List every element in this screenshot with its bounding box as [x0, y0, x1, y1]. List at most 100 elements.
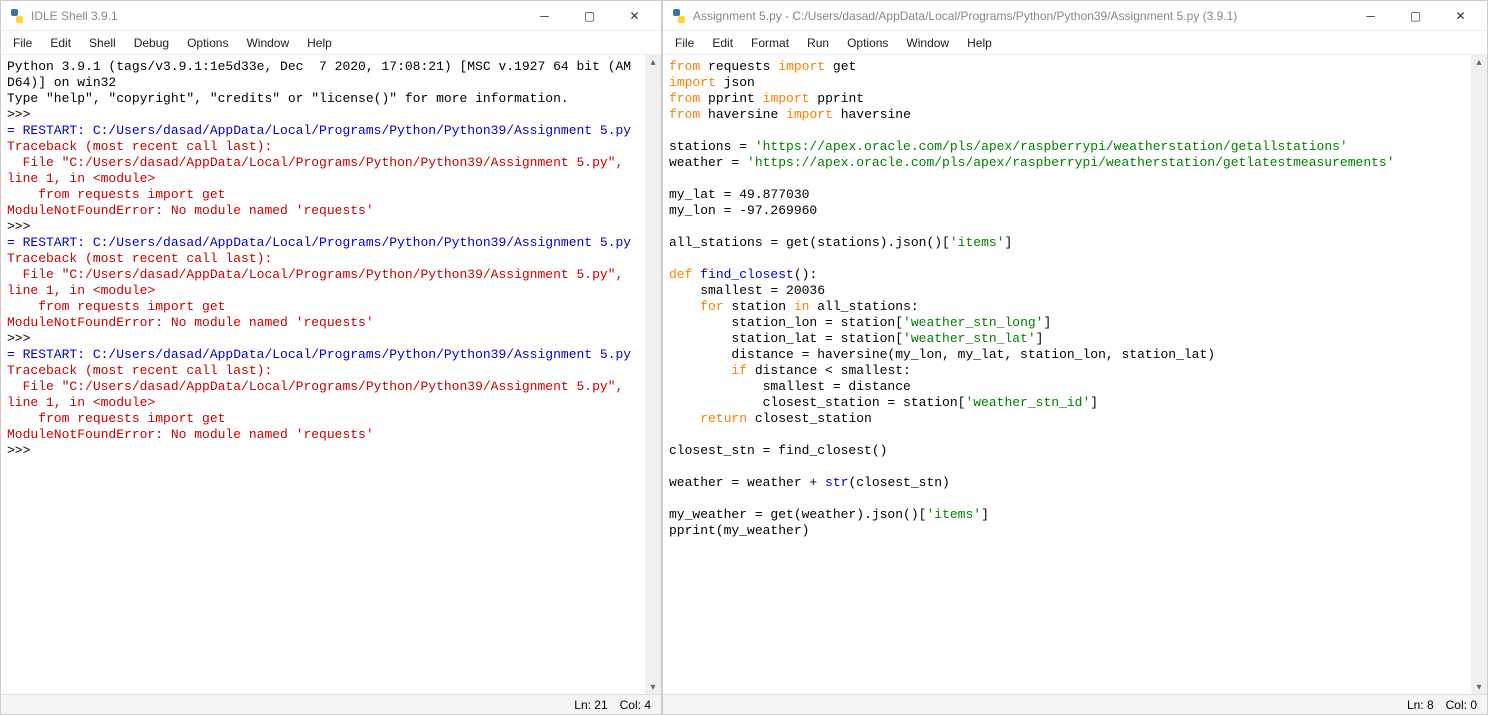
close-button[interactable]: ✕ — [1438, 2, 1483, 30]
code-token: from — [669, 107, 700, 122]
scroll-up-icon[interactable]: ▴ — [645, 55, 661, 69]
code-token: 'items' — [950, 235, 1005, 250]
code-token: my_lat = 49.877030 — [669, 187, 809, 202]
shell-traceback-line: Traceback (most recent call last): — [7, 363, 272, 378]
code-token: get — [833, 59, 856, 74]
menu-file[interactable]: File — [667, 33, 702, 53]
scroll-down-icon[interactable]: ▾ — [645, 680, 661, 694]
code-token: closest_stn = find_closest() — [669, 443, 887, 458]
code-token — [669, 363, 731, 378]
menu-edit[interactable]: Edit — [42, 33, 79, 53]
shell-statusbar: Ln: 21 Col: 4 — [1, 694, 661, 714]
shell-traceback-line: line 1, in <module> — [7, 283, 155, 298]
menu-window[interactable]: Window — [238, 33, 297, 53]
editor-window-controls: ─ ▢ ✕ — [1348, 2, 1483, 30]
menu-format[interactable]: Format — [743, 33, 797, 53]
code-token: smallest = 20036 — [669, 283, 825, 298]
code-token: json — [724, 75, 755, 90]
code-token: ] — [1036, 331, 1044, 346]
shell-traceback-line: from requests import get — [7, 299, 225, 314]
menu-options[interactable]: Options — [839, 33, 896, 53]
code-token: weather = weather + — [669, 475, 825, 490]
code-token: (): — [794, 267, 817, 282]
editor-titlebar[interactable]: Assignment 5.py - C:/Users/dasad/AppData… — [663, 1, 1487, 31]
shell-output[interactable]: Python 3.9.1 (tags/v3.9.1:1e5d33e, Dec 7… — [1, 55, 661, 694]
python-icon — [671, 8, 687, 24]
shell-status-ln: Ln: 21 — [574, 698, 607, 712]
shell-traceback-line: from requests import get — [7, 411, 225, 426]
editor-menubar: File Edit Format Run Options Window Help — [663, 31, 1487, 55]
code-token: pprint — [817, 91, 864, 106]
shell-line: Python 3.9.1 (tags/v3.9.1:1e5d33e, Dec 7… — [7, 59, 631, 74]
shell-traceback-line: line 1, in <module> — [7, 171, 155, 186]
editor-title: Assignment 5.py - C:/Users/dasad/AppData… — [693, 9, 1348, 23]
menu-debug[interactable]: Debug — [126, 33, 177, 53]
menu-options[interactable]: Options — [179, 33, 236, 53]
shell-traceback-line: ModuleNotFoundError: No module named 're… — [7, 203, 374, 218]
shell-restart-line: = RESTART: C:/Users/dasad/AppData/Local/… — [7, 235, 631, 250]
shell-prompt: >>> — [7, 331, 38, 346]
shell-traceback-line: line 1, in <module> — [7, 395, 155, 410]
shell-window-controls: ─ ▢ ✕ — [522, 2, 657, 30]
code-token: haversine — [708, 107, 778, 122]
code-token: import — [786, 107, 833, 122]
editor-scrollbar[interactable]: ▴ ▾ — [1471, 55, 1487, 694]
code-token: find_closest — [700, 267, 794, 282]
code-token: 'weather_stn_long' — [903, 315, 1043, 330]
scroll-up-icon[interactable]: ▴ — [1471, 55, 1487, 69]
minimize-button[interactable]: ─ — [1348, 2, 1393, 30]
menu-file[interactable]: File — [5, 33, 40, 53]
code-token: requests — [708, 59, 770, 74]
editor-statusbar: Ln: 8 Col: 0 — [663, 694, 1487, 714]
shell-traceback-line: File "C:/Users/dasad/AppData/Local/Progr… — [7, 379, 623, 394]
code-token: pprint — [708, 91, 755, 106]
shell-traceback-line: Traceback (most recent call last): — [7, 139, 272, 154]
close-button[interactable]: ✕ — [612, 2, 657, 30]
shell-menubar: File Edit Shell Debug Options Window Hel… — [1, 31, 661, 55]
code-token: station_lat = station[ — [669, 331, 903, 346]
shell-traceback-line: File "C:/Users/dasad/AppData/Local/Progr… — [7, 267, 623, 282]
shell-titlebar[interactable]: IDLE Shell 3.9.1 ─ ▢ ✕ — [1, 1, 661, 31]
code-token: my_lon = -97.269960 — [669, 203, 817, 218]
code-token: distance < smallest: — [747, 363, 911, 378]
editor-status-ln: Ln: 8 — [1407, 698, 1434, 712]
code-token: import — [669, 75, 716, 90]
code-token: for — [700, 299, 723, 314]
shell-line: D64)] on win32 — [7, 75, 116, 90]
code-token: 'weather_stn_id' — [965, 395, 1090, 410]
shell-traceback-line: from requests import get — [7, 187, 225, 202]
code-token: station — [724, 299, 794, 314]
code-token: smallest = distance — [669, 379, 911, 394]
code-token: closest_station = station[ — [669, 395, 965, 410]
code-token: from — [669, 59, 700, 74]
menu-edit[interactable]: Edit — [704, 33, 741, 53]
code-token: haversine — [841, 107, 911, 122]
code-token: ] — [1004, 235, 1012, 250]
maximize-button[interactable]: ▢ — [1393, 2, 1438, 30]
code-token: in — [794, 299, 810, 314]
code-token: station_lon = station[ — [669, 315, 903, 330]
minimize-button[interactable]: ─ — [522, 2, 567, 30]
shell-prompt: >>> — [7, 443, 38, 458]
shell-status-col: Col: 4 — [620, 698, 651, 712]
code-token: 'https://apex.oracle.com/pls/apex/raspbe… — [755, 139, 1348, 154]
shell-scrollbar[interactable]: ▴ ▾ — [645, 55, 661, 694]
scroll-down-icon[interactable]: ▾ — [1471, 680, 1487, 694]
editor-code-area[interactable]: from requests import get import json fro… — [663, 55, 1487, 694]
idle-editor-window: Assignment 5.py - C:/Users/dasad/AppData… — [662, 0, 1488, 715]
code-token: pprint(my_weather) — [669, 523, 809, 538]
code-token: distance = haversine(my_lon, my_lat, sta… — [669, 347, 1215, 362]
menu-window[interactable]: Window — [898, 33, 957, 53]
shell-restart-line: = RESTART: C:/Users/dasad/AppData/Local/… — [7, 123, 631, 138]
code-token: if — [731, 363, 747, 378]
code-token: from — [669, 91, 700, 106]
menu-help[interactable]: Help — [299, 33, 340, 53]
menu-help[interactable]: Help — [959, 33, 1000, 53]
editor-status-col: Col: 0 — [1446, 698, 1477, 712]
code-token: ] — [1090, 395, 1098, 410]
maximize-button[interactable]: ▢ — [567, 2, 612, 30]
menu-shell[interactable]: Shell — [81, 33, 124, 53]
idle-shell-window: IDLE Shell 3.9.1 ─ ▢ ✕ File Edit Shell D… — [0, 0, 662, 715]
code-token: 'items' — [926, 507, 981, 522]
menu-run[interactable]: Run — [799, 33, 837, 53]
